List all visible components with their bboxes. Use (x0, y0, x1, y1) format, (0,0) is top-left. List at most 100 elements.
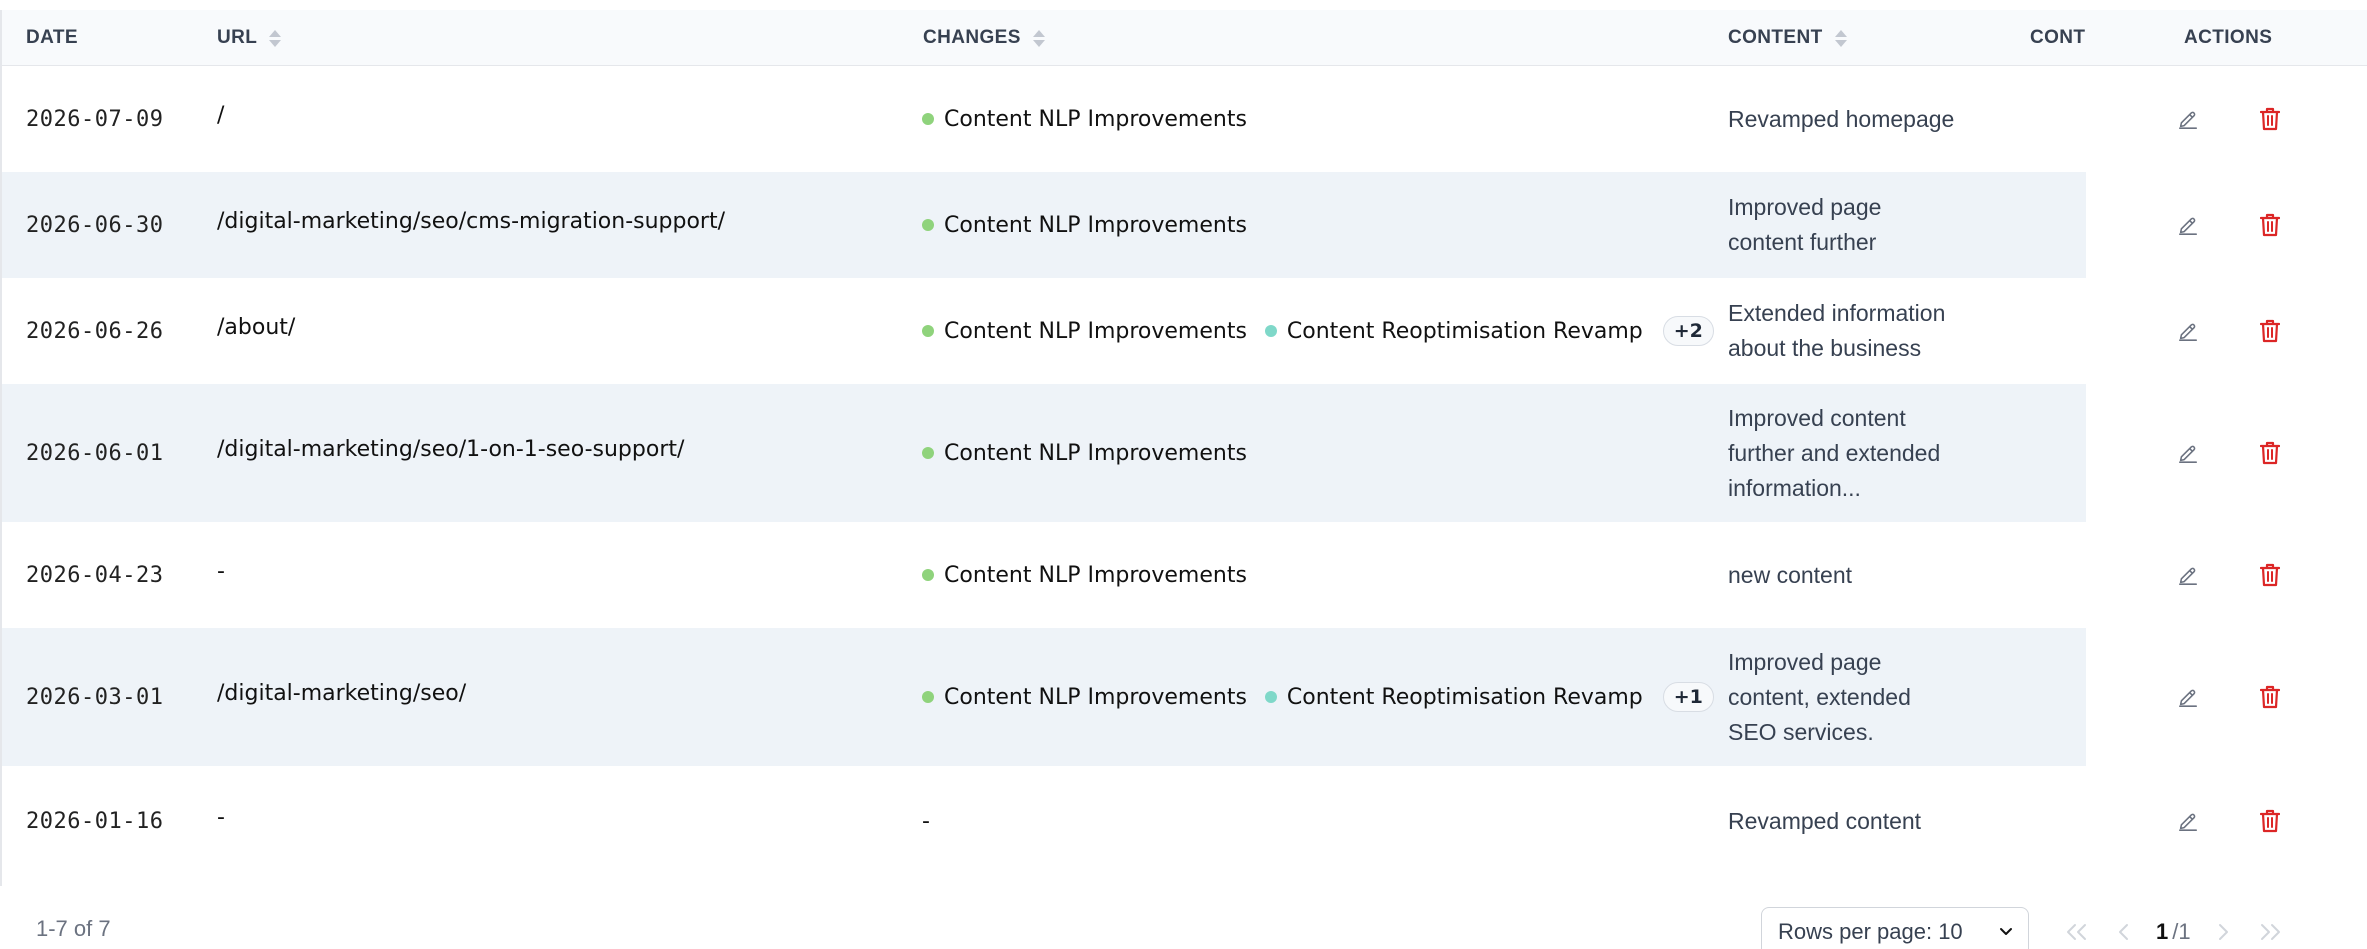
delete-button[interactable] (2256, 683, 2284, 711)
content-line: Extended information (1728, 300, 1946, 326)
column-header-cont[interactable]: CONT (2030, 10, 2085, 66)
status-dot (1264, 325, 1277, 337)
page-indicator: 1 /1 (2156, 919, 2191, 945)
actions-cell (2174, 384, 2284, 522)
actions-cell (2174, 628, 2284, 766)
edit-button[interactable] (2174, 439, 2202, 467)
changes-empty: - (922, 808, 930, 834)
date-cell: 2026-04-23 (26, 562, 164, 588)
actions-cell (2174, 522, 2284, 628)
next-page-button[interactable] (2207, 916, 2239, 948)
actions-cell (2174, 766, 2284, 876)
change-tag-label: Content Reoptimisation Revamp (1286, 318, 1643, 344)
content-line: new content (1728, 561, 1853, 588)
more-changes-badge[interactable]: +1 (1662, 682, 1714, 712)
column-header-actions: ACTIONS (2184, 10, 2272, 66)
sort-icon[interactable] (1834, 29, 1847, 47)
change-tag: Content Reoptimisation Revamp (1264, 318, 1643, 344)
change-tag: Content NLP Improvements (922, 563, 1247, 588)
pencil-icon (2177, 108, 2199, 130)
rows-per-page-value: Rows per page: 10 (1778, 919, 1963, 944)
change-tag-label: Content NLP Improvements (944, 684, 1247, 710)
change-tag-label: Content NLP Improvements (944, 440, 1247, 466)
column-header-url[interactable]: URL (217, 10, 282, 66)
sort-icon[interactable] (1032, 29, 1045, 47)
column-header-changes[interactable]: CHANGES (923, 10, 1045, 66)
column-header-date[interactable]: DATE (26, 10, 78, 66)
column-header-changes-label: CHANGES (923, 27, 1021, 48)
date-cell: 2026-01-16 (26, 808, 164, 834)
edit-button[interactable] (2174, 211, 2202, 239)
status-dot (922, 219, 934, 231)
date-cell: 2026-06-26 (26, 318, 164, 344)
column-header-content-label: CONTENT (1728, 27, 1823, 48)
delete-button[interactable] (2256, 105, 2284, 133)
delete-button[interactable] (2256, 439, 2284, 467)
total-pages: /1 (2172, 919, 2191, 944)
status-dot (922, 691, 934, 703)
sort-icon[interactable] (269, 29, 282, 47)
table-row: 2026-06-26/about/Content NLP Improvement… (2, 278, 2367, 384)
content-cell: Revamped homepage (1728, 66, 1988, 172)
status-dot (922, 325, 934, 337)
delete-button[interactable] (2256, 317, 2284, 345)
content-line: Revamped content (1728, 807, 1922, 834)
delete-button[interactable] (2256, 561, 2284, 589)
double-chevron-left-icon (2067, 924, 2086, 940)
chevron-left-icon (2119, 924, 2128, 940)
content-cell: Improved content further and extended info… (1728, 384, 1988, 522)
url-cell: /digital-marketing/seo/1-on-1-seo-suppor… (217, 436, 685, 462)
first-page-button[interactable] (2060, 916, 2092, 948)
delete-button[interactable] (2256, 211, 2284, 239)
url-cell: - (217, 558, 225, 584)
content-line: SEO services. (1728, 718, 1874, 745)
previous-page-button[interactable] (2108, 916, 2140, 948)
content-cell: Improved page content, extended SEO servic… (1728, 628, 1988, 766)
status-dot (922, 569, 934, 581)
rows-per-page-select[interactable]: Rows per page: 10 (1761, 907, 2029, 949)
trash-icon (2260, 685, 2280, 709)
column-header-date-label: DATE (26, 27, 78, 48)
table-header: DATE URL CHANGES CONTENT CONT ACTIONS (2, 10, 2367, 66)
content-line: Improved content (1728, 404, 1906, 431)
change-tag-label: Content NLP Improvements (944, 106, 1247, 132)
content-line: content further (1728, 229, 1877, 255)
content-line: information... (1728, 474, 1861, 501)
column-header-url-label: URL (217, 27, 258, 48)
pencil-icon (2177, 564, 2199, 586)
last-page-button[interactable] (2255, 916, 2287, 948)
change-tag: Content NLP Improvements (922, 685, 1247, 710)
edit-button[interactable] (2174, 105, 2202, 133)
trash-icon (2260, 563, 2280, 587)
pencil-icon (2177, 320, 2199, 342)
changes-cell: Content NLP Improvements (922, 522, 1247, 628)
column-header-content[interactable]: CONTENT (1728, 10, 1847, 66)
delete-button[interactable] (2256, 807, 2284, 835)
current-page[interactable]: 1 (2156, 919, 2168, 945)
results-count: 1-7 of 7 (36, 916, 111, 941)
trash-icon (2260, 107, 2280, 131)
content-cell: Revamped content (1728, 766, 1988, 876)
content-line: Revamped homepage (1728, 105, 1955, 132)
actions-cell (2174, 278, 2284, 384)
changes-cell: Content NLP Improvements (922, 66, 1247, 172)
edit-button[interactable] (2174, 807, 2202, 835)
date-cell: 2026-06-01 (26, 440, 164, 466)
date-cell: 2026-03-01 (26, 684, 164, 710)
content-line: further and extended (1728, 439, 1941, 466)
column-header-cont-label: CONT (2030, 27, 2086, 48)
pencil-icon (2177, 442, 2199, 464)
change-tag: Content NLP Improvements (922, 213, 1247, 238)
trash-icon (2260, 213, 2280, 237)
horizontal-scrollbar-track[interactable] (2, 876, 2367, 886)
changes-cell: - (922, 766, 930, 876)
more-changes-badge[interactable]: +2 (1662, 316, 1714, 346)
content-cell: Extended information about the business (1728, 278, 1988, 384)
edit-button[interactable] (2174, 317, 2202, 345)
change-tag: Content NLP Improvements (922, 441, 1247, 466)
content-cell: new content (1728, 522, 1988, 628)
edit-button[interactable] (2174, 561, 2202, 589)
edit-button[interactable] (2174, 683, 2202, 711)
table-row: 2026-04-23 - Content NLP Improvements new c… (2, 522, 2367, 628)
date-cell: 2026-07-09 (26, 106, 164, 132)
